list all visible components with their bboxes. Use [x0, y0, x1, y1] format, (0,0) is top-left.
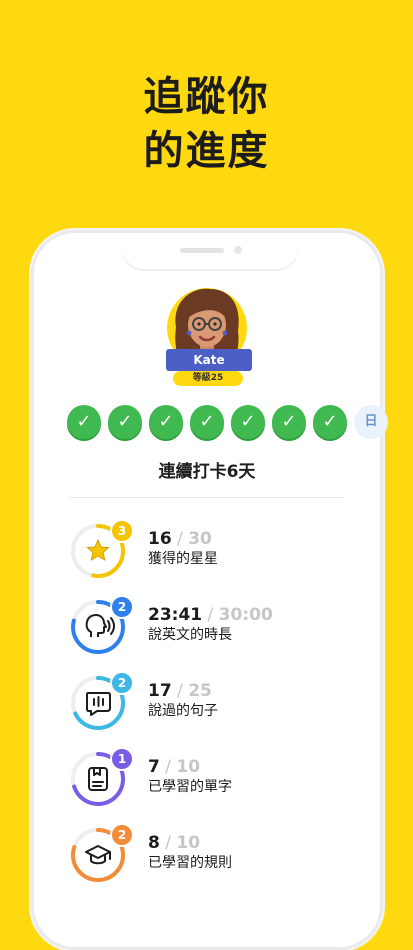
stat-separator: /	[202, 605, 219, 625]
streak-label: 連續打卡6天	[158, 462, 256, 482]
stat-value-line: 17 / 25	[148, 681, 218, 701]
headline-line-1: 追蹤你	[143, 74, 270, 120]
stat-total-value: 30:00	[218, 605, 273, 625]
stat-total-value: 30	[188, 529, 212, 549]
level-badge: 等級25	[173, 371, 243, 386]
stat-row[interactable]: 2 23:41 / 30:00 說英文的時長	[70, 595, 350, 661]
stat-label: 獲得的星星	[148, 551, 218, 567]
stat-row[interactable]: 3 16 / 30 獲得的星星	[70, 519, 350, 585]
streak-day-next: 日	[354, 405, 388, 439]
streak-day-complete-icon: ✓	[190, 405, 224, 439]
streak-day-complete-icon: ✓	[231, 405, 265, 439]
stat-label: 已學習的規則	[148, 855, 232, 871]
stat-row[interactable]: 28 / 10 已學習的規則	[70, 823, 350, 889]
headline-line-2: 的進度	[143, 128, 270, 174]
stat-value-line: 16 / 30	[148, 529, 218, 549]
stat-value-line: 8 / 10	[148, 833, 232, 853]
stat-badge: 2	[110, 823, 134, 847]
stat-total-value: 10	[176, 833, 201, 853]
profile-name: Kate	[193, 353, 225, 367]
stat-current-value: 7	[148, 757, 160, 777]
stat-label: 已學習的單字	[148, 779, 232, 795]
front-camera	[234, 246, 242, 254]
stat-total-value: 10	[176, 757, 201, 777]
profile-name-ribbon: Kate	[157, 349, 261, 373]
stat-separator: /	[159, 833, 177, 853]
stat-text: 17 / 25 說過的句子	[148, 681, 218, 721]
streak-day-complete-icon: ✓	[108, 405, 142, 439]
stat-row[interactable]: 2 17 / 25 說過的句子	[70, 671, 350, 737]
phone-frame: Kate 等級25 ✓ ✓ ✓ ✓ ✓ ✓ ✓ 日 連續打卡6天 3 16 / 30 獲得的星星 2…	[31, 230, 388, 950]
stat-row[interactable]: 17 / 10 已學習的單字	[70, 747, 350, 813]
stat-badge: 2	[110, 595, 134, 619]
stat-badge: 1	[110, 747, 134, 771]
stat-text: 16 / 30 獲得的星星	[148, 529, 218, 569]
stat-separator: /	[171, 529, 189, 549]
stat-text: 23:41 / 30:00 說英文的時長	[148, 605, 273, 645]
phone-notch	[122, 233, 298, 269]
stat-text: 7 / 10 已學習的單字	[148, 757, 232, 797]
stat-label: 說過的句子	[148, 703, 218, 719]
stat-label: 說英文的時長	[148, 627, 232, 643]
stat-current-value: 16	[148, 529, 172, 549]
stat-current-value: 8	[148, 833, 160, 853]
stat-value-line: 23:41 / 30:00	[148, 605, 273, 625]
stat-text: 8 / 10 已學習的規則	[148, 833, 232, 873]
stat-current-value: 17	[148, 681, 172, 701]
stat-separator: /	[171, 681, 189, 701]
headline: 追蹤你 的進度	[0, 70, 413, 178]
streak-day-complete-icon: ✓	[67, 405, 101, 439]
speaker-grille	[180, 248, 224, 253]
stat-badge: 2	[110, 671, 134, 695]
stat-value-line: 7 / 10	[148, 757, 232, 777]
stat-separator: /	[159, 757, 177, 777]
stat-badge: 3	[110, 519, 134, 543]
stat-current-value: 23:41	[148, 605, 203, 625]
stat-total-value: 25	[188, 681, 212, 701]
streak-day-complete-icon: ✓	[313, 405, 347, 439]
divider	[70, 497, 344, 498]
streak-day-complete-icon: ✓	[149, 405, 183, 439]
streak-day-complete-icon: ✓	[272, 405, 306, 439]
